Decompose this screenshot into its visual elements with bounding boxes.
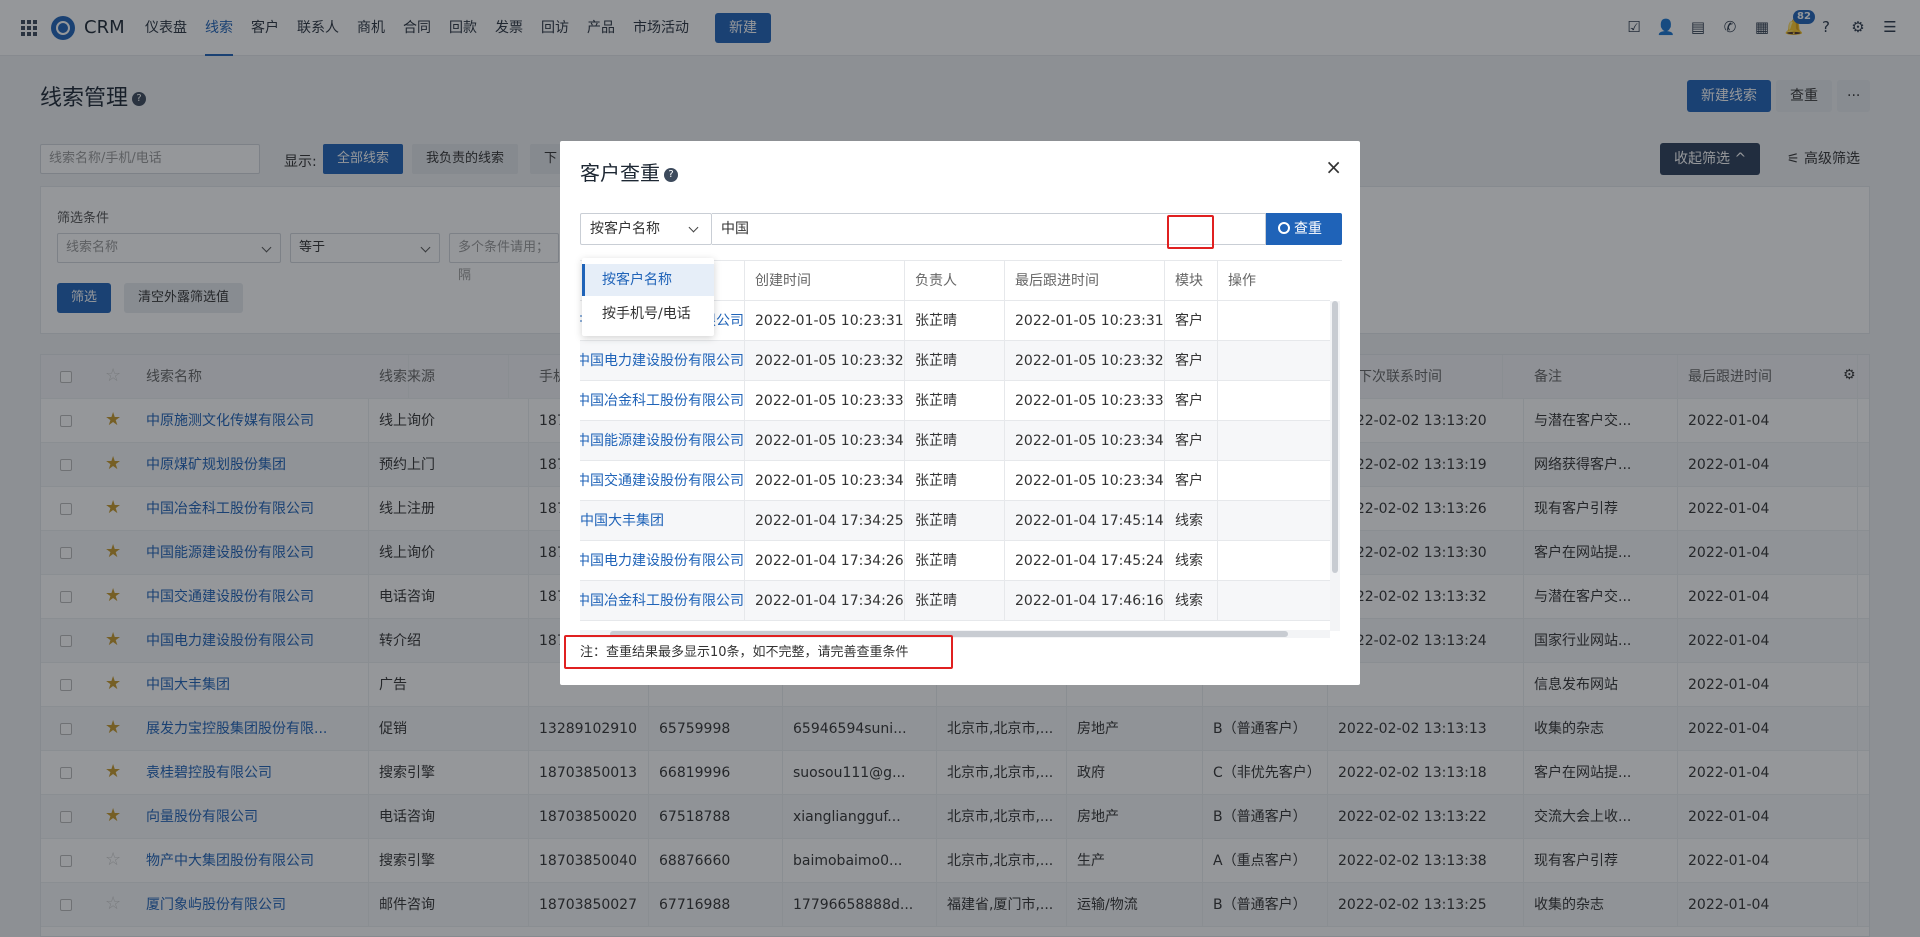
cell-module: 线索 — [1165, 541, 1218, 581]
cell-module: 线索 — [1165, 501, 1218, 541]
col-owner: 负责人 — [905, 261, 1005, 301]
dedupe-modal: 客户查重? × 按客户名称 中国 查重 创建时间 负责人 最后跟进时间 模块 操… — [560, 141, 1360, 685]
col-last-follow: 最后跟进时间 — [1005, 261, 1165, 301]
cell-owner: 张芷晴 — [905, 381, 1005, 421]
cell-name[interactable]: 中国大丰集团 — [580, 501, 745, 541]
cell-created: 2022-01-05 10:23:32 — [745, 341, 905, 381]
cell-created: 2022-01-05 10:23:33 — [745, 381, 905, 421]
cell-module: 客户 — [1165, 461, 1218, 501]
dedupe-search-button[interactable]: 查重 — [1266, 213, 1342, 245]
module-header-highlight — [1167, 215, 1214, 249]
cell-action — [1218, 341, 1330, 381]
cell-owner: 张芷晴 — [905, 581, 1005, 621]
dropdown-option-customer-name[interactable]: 按客户名称 — [582, 264, 714, 296]
cell-name[interactable]: 中国能源建设股份有限公司 — [580, 421, 745, 461]
cell-action — [1218, 581, 1330, 621]
cell-action — [1218, 541, 1330, 581]
cell-module: 客户 — [1165, 301, 1218, 341]
col-created: 创建时间 — [745, 261, 905, 301]
cell-name[interactable]: 中国冶金科工股份有限公司 — [580, 581, 745, 621]
cell-last-follow: 2022-01-05 10:23:34 — [1005, 421, 1165, 461]
cell-last-follow: 2022-01-05 10:23:33 — [1005, 381, 1165, 421]
cell-action — [1218, 381, 1330, 421]
dedupe-row[interactable]: 中国交通建设股份有限公司 2022-01-05 10:23:34 张芷晴 2022-0… — [580, 461, 1330, 501]
close-icon[interactable]: × — [1325, 155, 1342, 179]
cell-module: 客户 — [1165, 341, 1218, 381]
cell-created: 2022-01-04 17:34:26 — [745, 541, 905, 581]
cell-owner: 张芷晴 — [905, 461, 1005, 501]
cell-name[interactable]: 中国电力建设股份有限公司 — [580, 341, 745, 381]
cell-last-follow: 2022-01-04 17:45:14 — [1005, 501, 1165, 541]
cell-owner: 张芷晴 — [905, 341, 1005, 381]
cell-action — [1218, 421, 1330, 461]
dropdown-option-phone[interactable]: 按手机号/电话 — [582, 298, 714, 330]
cell-created: 2022-01-05 10:23:31 — [745, 301, 905, 341]
col-module: 模块 — [1165, 261, 1218, 301]
help-icon[interactable]: ? — [664, 167, 678, 182]
cell-last-follow: 2022-01-05 10:23:32 — [1005, 341, 1165, 381]
cell-name[interactable]: 中国冶金科工股份有限公司 — [580, 381, 745, 421]
search-type-dropdown: 按客户名称 按手机号/电话 — [582, 258, 714, 336]
cell-owner: 张芷晴 — [905, 421, 1005, 461]
cell-module: 线索 — [1165, 581, 1218, 621]
cell-created: 2022-01-05 10:23:34 — [745, 461, 905, 501]
cell-name[interactable]: 中国交通建设股份有限公司 — [580, 461, 745, 501]
cell-created: 2022-01-04 17:34:26 — [745, 581, 905, 621]
col-action: 操作 — [1228, 273, 1256, 289]
dedupe-row[interactable]: 中国电力建设股份有限公司 2022-01-04 17:34:26 张芷晴 2022-0… — [580, 541, 1330, 581]
cell-action — [1218, 501, 1330, 541]
cell-last-follow: 2022-01-04 17:45:24 — [1005, 541, 1165, 581]
chevron-down-icon — [688, 222, 699, 233]
search-type-select[interactable]: 按客户名称 — [580, 213, 712, 245]
cell-owner: 张芷晴 — [905, 541, 1005, 581]
dedupe-row[interactable]: 中国大丰集团 2022-01-04 17:34:25 张芷晴 2022-01-04 1… — [580, 501, 1330, 541]
cell-action — [1218, 461, 1330, 501]
cell-created: 2022-01-05 10:23:34 — [745, 421, 905, 461]
search-icon — [1278, 222, 1290, 234]
dedupe-row[interactable]: 中国冶金科工股份有限公司 2022-01-04 17:34:26 张芷晴 2022-0… — [580, 581, 1330, 621]
dedupe-row[interactable]: 中国能源建设股份有限公司 2022-01-05 10:23:34 张芷晴 2022-0… — [580, 421, 1330, 461]
cell-action — [1218, 301, 1330, 341]
dedupe-row[interactable]: 中国冶金科工股份有限公司 2022-01-05 10:23:33 张芷晴 2022-0… — [580, 381, 1330, 421]
dedupe-note: 注：查重结果最多显示10条，如不完整，请完善查重条件 — [580, 645, 909, 660]
cell-last-follow: 2022-01-04 17:46:16 — [1005, 581, 1165, 621]
modal-title: 客户查重? — [580, 157, 678, 186]
cell-owner: 张芷晴 — [905, 501, 1005, 541]
cell-created: 2022-01-04 17:34:25 — [745, 501, 905, 541]
vertical-scrollbar[interactable] — [1330, 301, 1340, 631]
cell-last-follow: 2022-01-05 10:23:34 — [1005, 461, 1165, 501]
cell-module: 客户 — [1165, 421, 1218, 461]
cell-module: 客户 — [1165, 381, 1218, 421]
cell-last-follow: 2022-01-05 10:23:31 — [1005, 301, 1165, 341]
cell-name[interactable]: 中国电力建设股份有限公司 — [580, 541, 745, 581]
cell-owner: 张芷晴 — [905, 301, 1005, 341]
dedupe-row[interactable]: 中国电力建设股份有限公司 2022-01-05 10:23:32 张芷晴 2022-0… — [580, 341, 1330, 381]
